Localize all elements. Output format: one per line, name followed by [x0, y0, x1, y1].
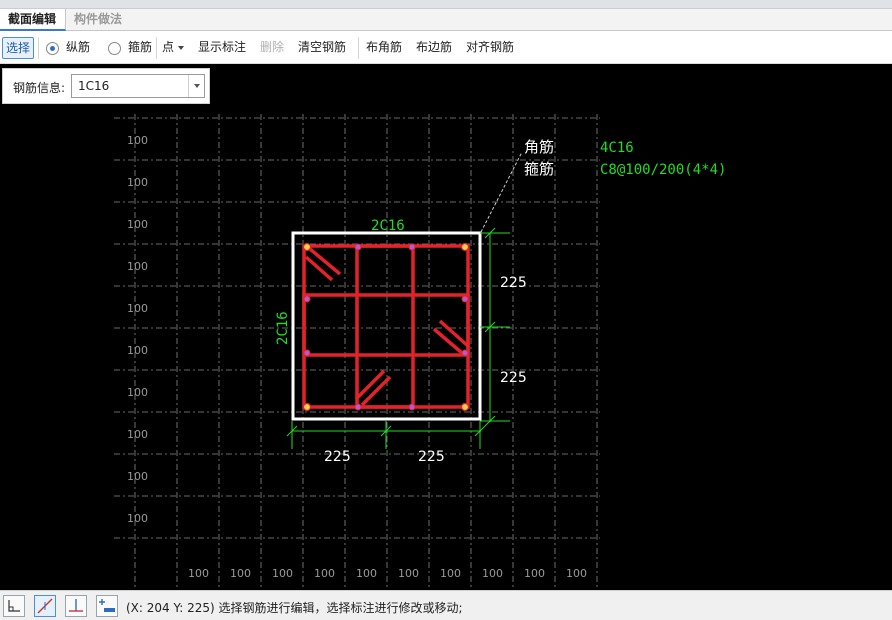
edge-rebar[interactable]: [408, 403, 416, 411]
corner-rebar[interactable]: [302, 402, 312, 412]
edge-rebar[interactable]: [303, 349, 311, 357]
grid-label-left: 100: [127, 428, 148, 441]
top-edge-rebar-label[interactable]: 2C16: [371, 218, 405, 234]
edge-rebar[interactable]: [461, 295, 469, 303]
dimension-right-bottom[interactable]: 225: [500, 370, 527, 386]
grid-label-left: 100: [127, 134, 148, 147]
chevron-down-icon[interactable]: [188, 75, 204, 97]
grid-label-left: 100: [127, 386, 148, 399]
grid-label-bottom: 100: [272, 567, 293, 580]
cursor-coords: (X: 204 Y: 225): [126, 601, 215, 615]
longitudinal-label[interactable]: 纵筋: [66, 37, 90, 59]
dimension-bottom-left[interactable]: 225: [324, 449, 351, 465]
status-bar: (X: 204 Y: 225) 选择钢筋进行编辑，选择标注进行修改或移动;: [0, 590, 892, 620]
show-annotation-button[interactable]: 显示标注: [198, 37, 246, 59]
rebar-info-value: 1C16: [78, 79, 110, 93]
window-top-strip: [0, 0, 892, 9]
point-dropdown-label: 点: [162, 40, 175, 54]
dimension-bottom-right[interactable]: 225: [418, 449, 445, 465]
corner-rebar[interactable]: [302, 242, 312, 252]
grid-label-bottom: 100: [230, 567, 251, 580]
grid-label-bottom: 100: [524, 567, 545, 580]
stirrup-label[interactable]: 箍筋: [128, 37, 152, 59]
grid-label-left: 100: [127, 344, 148, 357]
tab-component-method[interactable]: 构件做法: [66, 9, 132, 31]
longitudinal-radio[interactable]: [46, 42, 59, 55]
grid-label-bottom: 100: [314, 567, 335, 580]
place-edge-rebar-button[interactable]: 布边筋: [416, 37, 452, 59]
edge-rebar[interactable]: [461, 349, 469, 357]
corner-rebar[interactable]: [460, 402, 470, 412]
grid-label-left: 100: [127, 302, 148, 315]
edge-rebar[interactable]: [303, 295, 311, 303]
rebar-info-label: 钢筋信息:: [13, 81, 66, 95]
grid-label-bottom: 100: [188, 567, 209, 580]
clear-rebar-button[interactable]: 清空钢筋: [298, 37, 346, 59]
status-hint: 选择钢筋进行编辑，选择标注进行修改或移动;: [218, 601, 463, 615]
tab-section-edit[interactable]: 截面编辑: [0, 9, 66, 31]
grid-label-bottom: 100: [482, 567, 503, 580]
rebar-info-panel: 钢筋信息: 1C16: [2, 68, 210, 104]
perpendicular-icon[interactable]: [65, 595, 87, 617]
chevron-down-icon: [178, 45, 185, 50]
toolbar-separator: [358, 37, 359, 59]
grid-label-left: 100: [127, 260, 148, 273]
edge-rebar[interactable]: [408, 243, 416, 251]
toolbar: 选择 纵筋 箍筋 点 显示标注 删除 清空钢筋 布角筋 布边筋 对齐钢筋: [0, 31, 892, 64]
corner-rebar[interactable]: [460, 242, 470, 252]
corner-rebar-value[interactable]: 4C16: [600, 140, 634, 156]
place-corner-rebar-button[interactable]: 布角筋: [366, 37, 402, 59]
left-edge-rebar-label[interactable]: 2C16: [275, 311, 291, 345]
rebar-info-combo[interactable]: 1C16: [71, 74, 205, 98]
align-rebar-button[interactable]: 对齐钢筋: [466, 37, 514, 59]
grid-label-left: 100: [127, 512, 148, 525]
dimension-right-top[interactable]: 225: [500, 275, 527, 291]
snap-line-icon[interactable]: [34, 595, 56, 617]
ortho-mode-icon[interactable]: [3, 595, 25, 617]
grid-label-bottom: 100: [440, 567, 461, 580]
stirrup-label-text[interactable]: 箍筋: [524, 160, 554, 178]
grid-label-left: 100: [127, 470, 148, 483]
edge-rebar[interactable]: [354, 243, 362, 251]
corner-rebar-label[interactable]: 角筋: [524, 138, 554, 156]
select-button[interactable]: 选择: [2, 37, 34, 59]
stirrup-value[interactable]: C8@100/200(4*4): [600, 162, 726, 178]
grid-label-left: 100: [127, 218, 148, 231]
stirrup-radio[interactable]: [108, 42, 121, 55]
status-message: (X: 204 Y: 225) 选择钢筋进行编辑，选择标注进行修改或移动;: [126, 599, 463, 616]
drawing-canvas[interactable]: 100 100 100 100 100 100 100 100 100 100 100 100 100 1…: [0, 64, 892, 590]
toolbar-separator: [156, 37, 157, 59]
toolbar-separator: [38, 37, 39, 59]
delete-button[interactable]: 删除: [260, 37, 284, 59]
point-dropdown[interactable]: 点: [162, 37, 185, 59]
grid-label-bottom: 100: [566, 567, 587, 580]
add-annotation-icon[interactable]: [96, 595, 118, 617]
edge-rebar[interactable]: [354, 403, 362, 411]
grid-label-bottom: 100: [398, 567, 419, 580]
grid-label-left: 100: [127, 176, 148, 189]
tab-bar: 截面编辑 构件做法: [0, 9, 892, 31]
grid-label-bottom: 100: [356, 567, 377, 580]
